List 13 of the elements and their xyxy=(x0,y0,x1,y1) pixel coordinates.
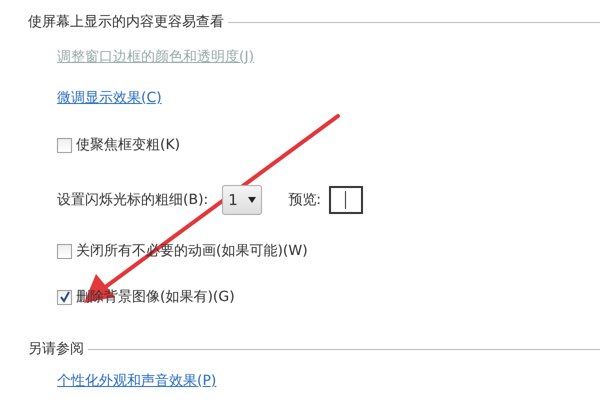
checkbox[interactable] xyxy=(57,244,72,258)
link[interactable]: 个性化外观和声音效果(P) xyxy=(57,371,216,391)
section-title: 使屏幕上显示的内容更容易查看 xyxy=(28,12,224,32)
cursor-preview xyxy=(328,186,363,214)
checkbox-label: 使聚焦框变粗(K) xyxy=(76,136,180,154)
section-title: 另请参阅 xyxy=(28,340,84,358)
checkbox[interactable] xyxy=(57,290,72,304)
checkbox[interactable] xyxy=(57,138,72,152)
caret-icon xyxy=(248,197,256,203)
field-label: 设置闪烁光标的粗细(B): xyxy=(57,190,208,210)
dropdown[interactable]: 1 xyxy=(222,185,262,215)
preview-label: 预览: xyxy=(288,190,321,210)
link[interactable]: 微调显示效果(C) xyxy=(57,88,162,108)
